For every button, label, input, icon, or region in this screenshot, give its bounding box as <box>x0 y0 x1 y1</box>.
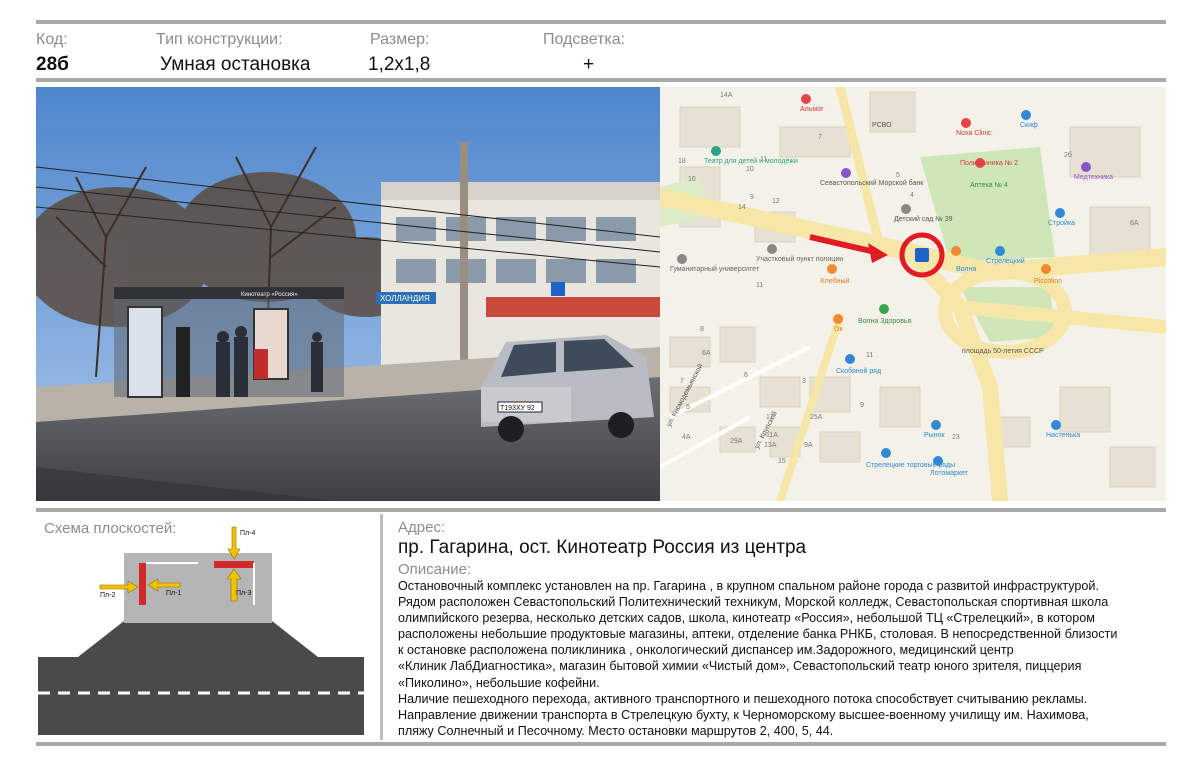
map-label-nova-clinic: Nova Clinic <box>956 130 992 137</box>
map-house-number: 11А <box>766 432 778 439</box>
light-label: Подсветка: <box>543 31 626 48</box>
map-label-square: площадь 50-летия СССР <box>962 348 1044 355</box>
map-house-number: 16 <box>688 176 696 183</box>
license-plate: Т193ХУ 92 <box>500 405 535 412</box>
description-line: «Клиник ЛабДиагностика», магазин бытовой… <box>398 659 1082 674</box>
map-label-bank: Севастопольский Морской банк <box>820 179 924 187</box>
map-label-streletsky: Стрелецкий <box>986 257 1025 265</box>
plane-label-4: Пл-4 <box>240 530 255 537</box>
map-house-number: 7 <box>680 378 684 385</box>
map-house-number: 17 <box>766 414 774 421</box>
planes-scheme-diagram: Пл-4 Пл-2 Пл-1 Пл-3 <box>38 526 364 735</box>
header-rule <box>36 78 1166 82</box>
street-photo: ХОЛЛАНДИЯ Кинотеатр «Россия» Т193ХУ 92 <box>36 87 660 501</box>
map-house-number: 8 <box>700 326 704 333</box>
map-label-volna: Волна <box>956 266 976 273</box>
address-label: Адрес: <box>398 519 446 536</box>
map-house-number: 14 <box>738 204 746 211</box>
map-house-number: 15 <box>778 458 786 465</box>
map-house-number: 2б <box>1064 151 1072 159</box>
description-line: «Пиколино», небольшие кофейни. <box>398 675 600 690</box>
description-label: Описание: <box>398 561 472 578</box>
map-house-number: 10 <box>746 166 754 173</box>
map-illustration: Альмог РСВО Nova Clinic Скиф Театр для д… <box>660 87 1166 501</box>
map-label-polyclinic: Поликлиника № 2 <box>960 160 1018 167</box>
map-house-number: 4 <box>910 192 914 199</box>
map-label-ok: Ок <box>834 326 843 333</box>
map-house-number: 23 <box>952 434 960 441</box>
map-label-nastenka: Настенька <box>1046 432 1080 439</box>
map-house-number: 9 <box>750 194 754 201</box>
location-map: Альмог РСВО Nova Clinic Скиф Театр для д… <box>660 87 1166 501</box>
map-house-number: 13А <box>764 442 777 449</box>
map-house-number: 12 <box>772 198 780 205</box>
map-house-number: 5 <box>896 172 900 179</box>
map-label-skobyanoy: Скобяной ряд <box>836 367 881 375</box>
map-house-number: 14А <box>720 92 733 99</box>
description-line: Остановочный комплекс установлен на пр. … <box>398 579 1099 593</box>
plane-2 <box>214 561 254 568</box>
map-house-number: 11 <box>760 156 767 163</box>
street-photo-illustration: ХОЛЛАНДИЯ Кинотеатр «Россия» Т193ХУ 92 <box>36 87 660 501</box>
panel-divider <box>380 514 383 740</box>
map-house-number: 4А <box>682 434 691 441</box>
size-value: 1,2х1,8 <box>368 54 431 75</box>
top-rule <box>36 20 1166 24</box>
map-label-kindergarten: Детский сад № 39 <box>894 215 953 223</box>
planes-scheme: Пл-4 Пл-2 Пл-1 Пл-3 <box>38 523 364 738</box>
description-line: Направление движении транспорта в Стреле… <box>398 707 1089 722</box>
map-house-number: 7 <box>818 134 822 141</box>
map-label-police: Участковый пункт полиции <box>756 255 843 263</box>
code-label: Код: <box>36 31 68 48</box>
description-text: Остановочный комплекс установлен на пр. … <box>398 578 1170 739</box>
map-house-number: 9 <box>860 402 864 409</box>
type-label: Тип конструкции: <box>156 31 283 48</box>
bottom-rule <box>36 742 1166 746</box>
description-line: Рядом расположен Севастопольский Политех… <box>398 595 1109 610</box>
map-label-volna-health: Волна Здоровья <box>858 318 912 325</box>
map-label-apteka: Аптека № 4 <box>970 182 1008 189</box>
map-house-number: 25А <box>810 414 823 421</box>
description-line: олимпийского резерва, несколько детских … <box>398 611 1095 626</box>
plane-label-2: Пл-2 <box>100 592 115 599</box>
address-value: пр. Гагарина, ост. Кинотеатр Россия из ц… <box>398 537 807 558</box>
map-house-number: 6А <box>1130 220 1139 227</box>
light-value: + <box>583 54 595 75</box>
size-label: Размер: <box>370 31 430 48</box>
map-house-number: 9А <box>804 442 813 449</box>
description-line: Наличие пешеходного перехода, активного … <box>398 691 1088 706</box>
map-label-skif: Скиф <box>1020 122 1038 129</box>
map-house-number: 3 <box>802 378 806 385</box>
map-label-university: Гуманитарный университет <box>670 265 760 273</box>
map-house-number: 11 <box>866 352 873 359</box>
code-value: 28б <box>36 54 69 75</box>
description-line: к остановке расположена поликлиника , он… <box>398 643 1014 658</box>
map-label-khlebny: Хлебный <box>820 277 849 285</box>
map-label-streletsky-rows: Стрелецкие торговые ряды <box>866 462 955 469</box>
plane-label-3: Пл-3 <box>236 590 251 597</box>
map-label-rynok: Рынок <box>924 432 945 439</box>
map-label-piccolino: Piccolino <box>1034 278 1062 285</box>
map-house-number: 6 <box>744 372 748 379</box>
map-label-theatre: Театр для детей и молодёжи <box>704 157 798 165</box>
shop-sign: ХОЛЛАНДИЯ <box>380 294 430 303</box>
map-label-lotomarket: Лотомаркет <box>930 470 969 477</box>
type-value: Умная остановка <box>160 54 311 75</box>
description-line: пляжу Солнечный и Песочному. Место остан… <box>398 723 834 738</box>
map-house-number: 11 <box>756 282 763 289</box>
stop-sign: Кинотеатр «Россия» <box>241 292 298 298</box>
map-house-number: 5 <box>686 404 690 411</box>
plane-1 <box>139 563 146 605</box>
map-label-almog: Альмог <box>800 106 824 113</box>
description-line: расположены небольшие продуктовые магази… <box>398 627 1118 642</box>
map-house-number: 29А <box>730 438 743 445</box>
map-house-number: 18 <box>678 158 686 165</box>
map-house-number: 6А <box>702 350 711 357</box>
middle-rule <box>36 508 1166 512</box>
plane-label-1: Пл-1 <box>166 590 181 597</box>
map-label-rsvo: РСВО <box>872 122 892 129</box>
map-label-medtechnika: Медтехника <box>1074 174 1113 181</box>
map-label-stroyka: Стройка <box>1048 219 1075 227</box>
